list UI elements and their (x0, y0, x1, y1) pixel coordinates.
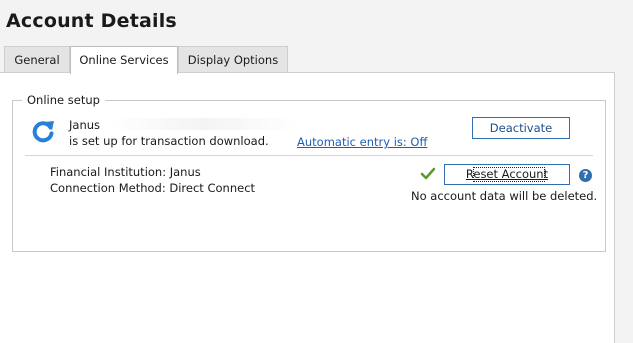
group-legend: Online setup (22, 93, 105, 107)
online-setup-group: Online setup Janus is set up for transac… (12, 93, 606, 252)
tab-panel: Online setup Janus is set up for transac… (0, 72, 615, 343)
checkmark-icon (420, 167, 436, 180)
refresh-icon (32, 121, 54, 143)
tab-display-options[interactable]: Display Options (178, 46, 288, 72)
window-edge (615, 0, 633, 343)
automatic-entry-link[interactable]: Automatic entry is: Off (297, 135, 427, 149)
divider (25, 155, 593, 156)
financial-institution-text: Financial Institution: Janus (50, 165, 201, 179)
focus-rectangle (473, 167, 545, 182)
reset-account-button[interactable]: Reset Account (444, 164, 570, 185)
setup-status-text: is set up for transaction download. (69, 134, 269, 148)
redacted-text (109, 118, 299, 130)
deactivate-button[interactable]: Deactivate (472, 117, 570, 139)
reset-note: No account data will be deleted. (411, 189, 598, 203)
connection-method-text: Connection Method: Direct Connect (50, 181, 256, 195)
tab-online-services[interactable]: Online Services (70, 46, 178, 74)
tab-general[interactable]: General (4, 46, 70, 72)
institution-name: Janus (69, 118, 101, 132)
page-title: Account Details (6, 10, 177, 32)
help-icon[interactable]: ? (579, 169, 592, 182)
